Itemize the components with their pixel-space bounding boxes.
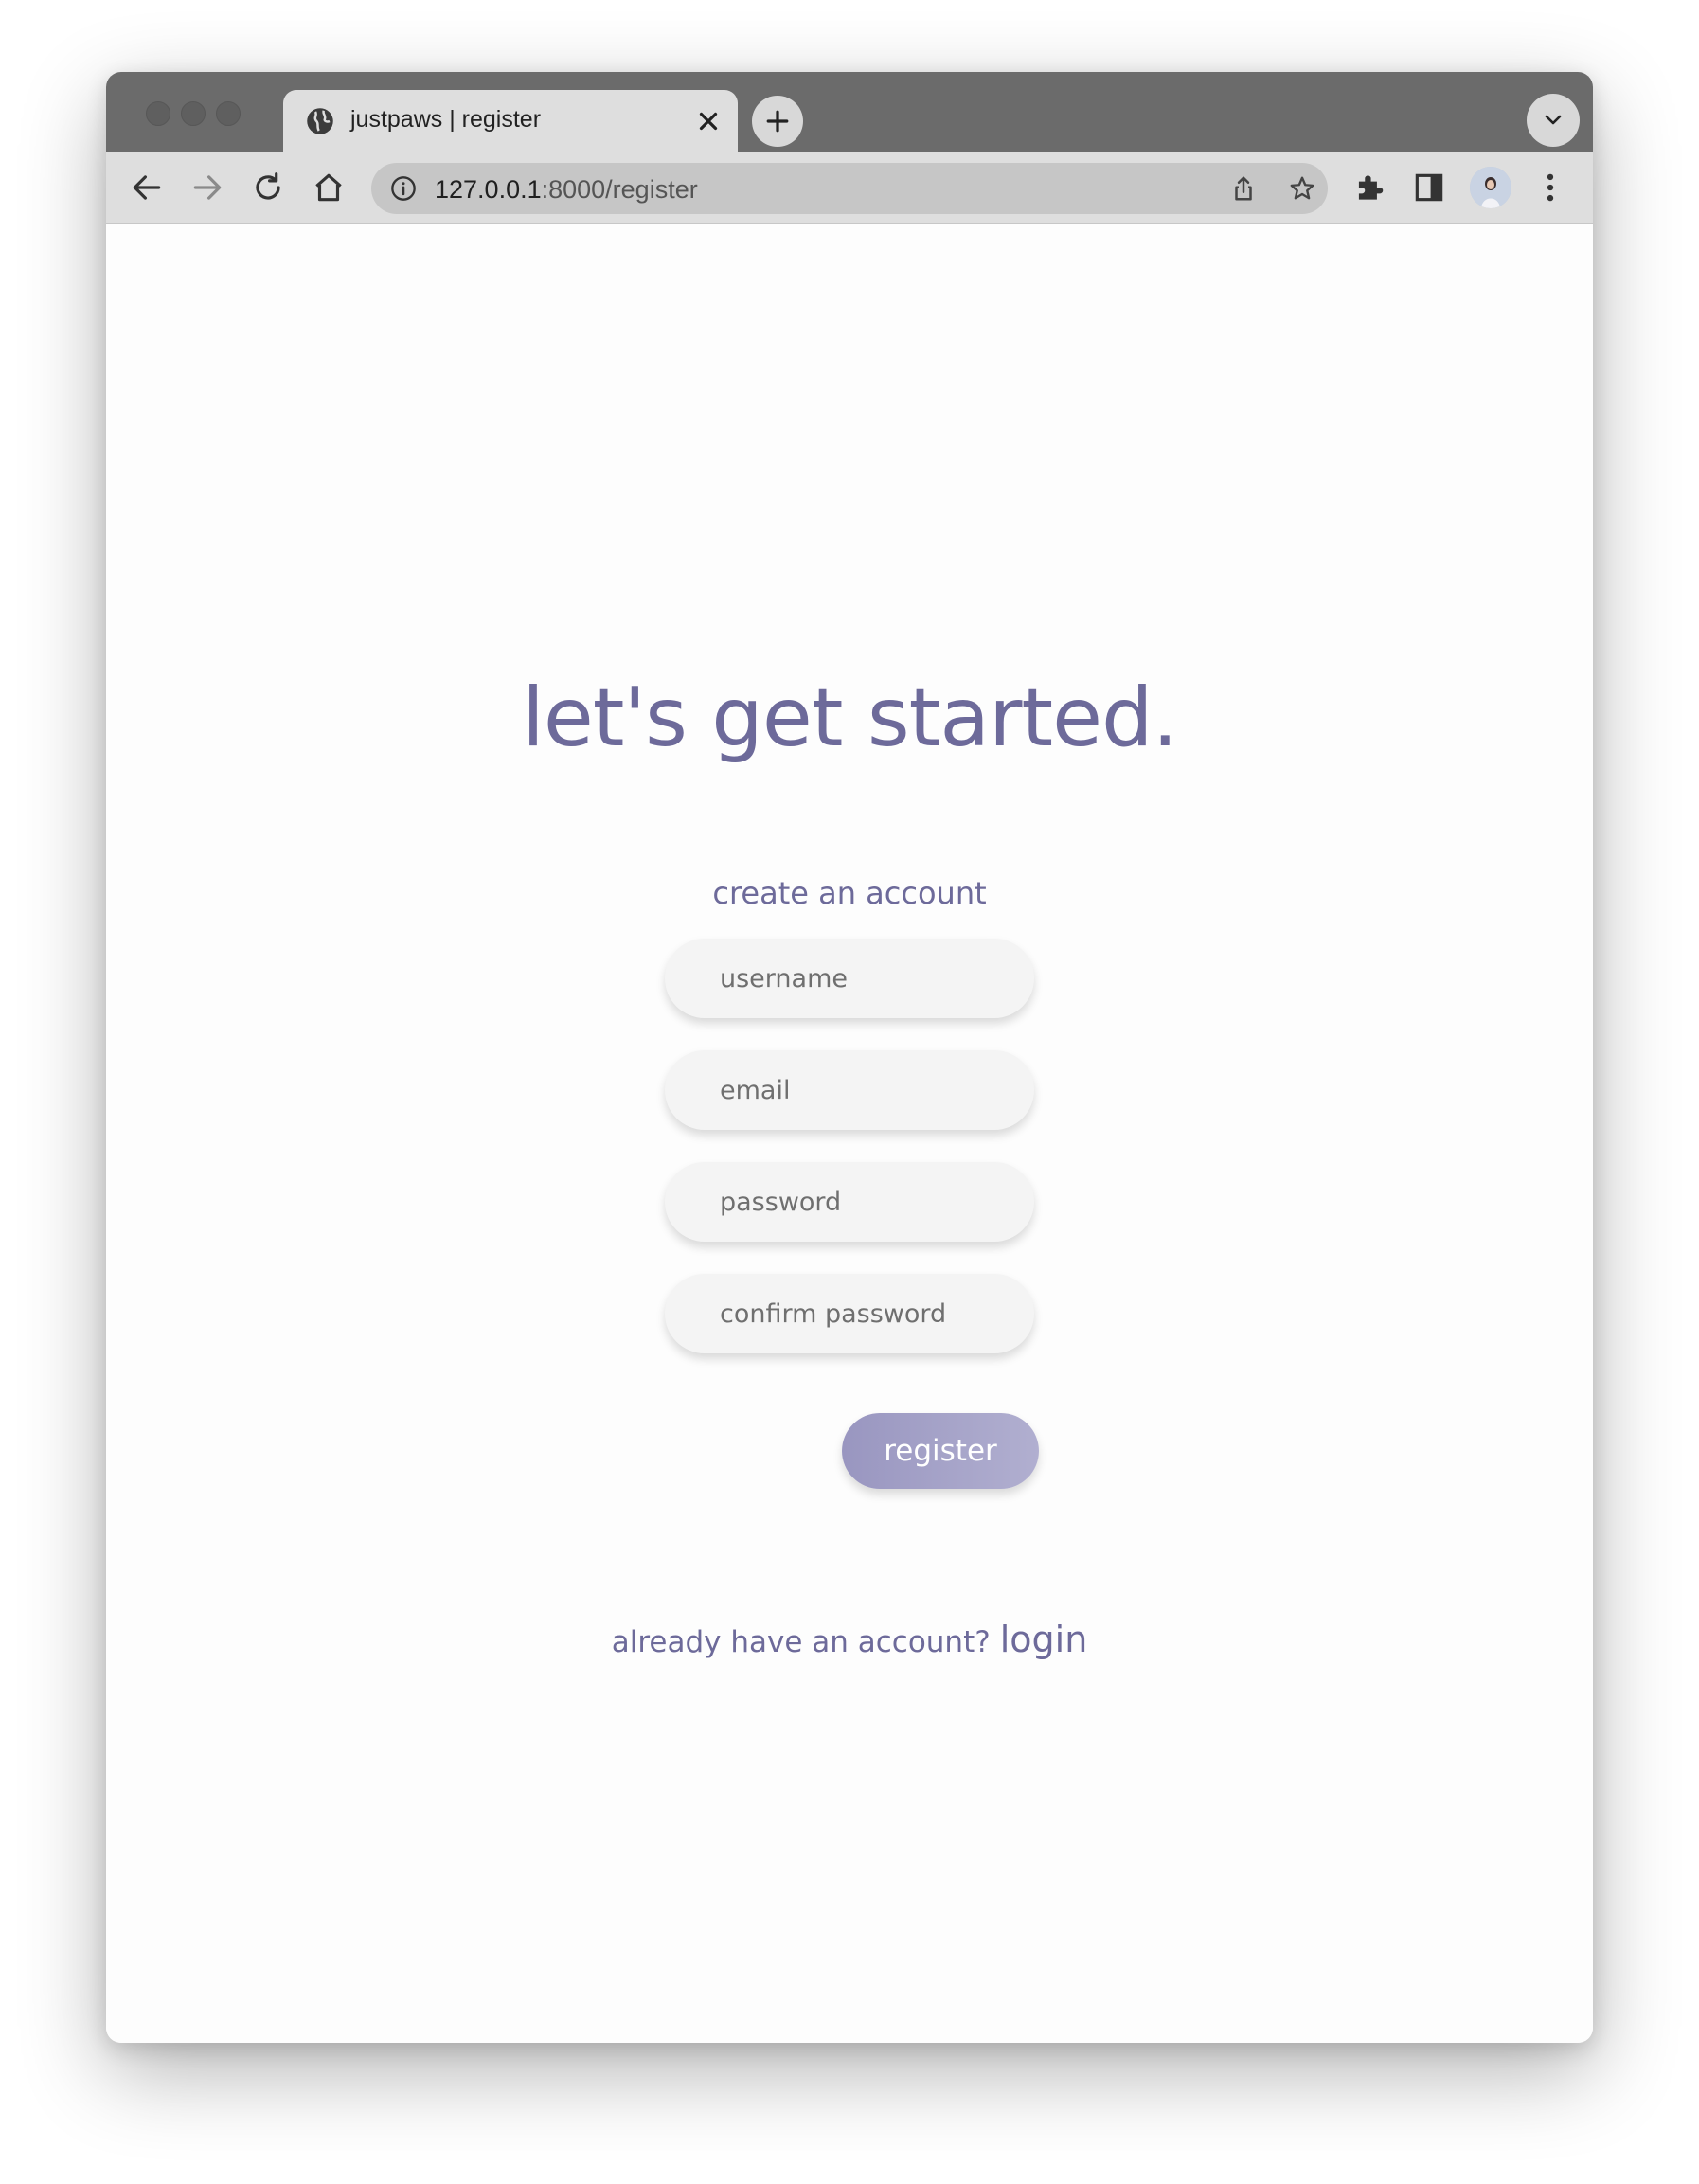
forward-arrow-icon[interactable] (189, 170, 225, 206)
profile-avatar[interactable] (1470, 167, 1511, 208)
email-field[interactable] (665, 1050, 1034, 1130)
chevron-down-icon (1545, 115, 1562, 125)
zoom-window-button[interactable] (216, 101, 241, 126)
url-host: 127.0.0.1 (435, 175, 542, 204)
side-panel-icon[interactable] (1411, 170, 1447, 206)
username-field[interactable] (665, 939, 1034, 1018)
email-input[interactable] (665, 1050, 1034, 1130)
reload-icon[interactable] (250, 170, 286, 206)
extensions-puzzle-icon[interactable] (1351, 170, 1387, 206)
bookmark-star-icon[interactable] (1288, 174, 1316, 203)
register-button[interactable]: register (842, 1413, 1039, 1489)
plus-icon (766, 110, 789, 133)
password-input[interactable] (665, 1162, 1034, 1242)
username-input[interactable] (665, 939, 1034, 1018)
tab-search-button[interactable] (1527, 94, 1580, 147)
address-bar[interactable]: 127.0.0.1:8000/register (371, 163, 1328, 214)
login-prompt-line: already have an account? login (106, 1619, 1593, 1660)
home-icon[interactable] (311, 170, 347, 206)
url-path: :8000/register (541, 175, 698, 204)
url-text: 127.0.0.1:8000/register (435, 175, 698, 205)
password-field[interactable] (665, 1162, 1034, 1242)
profile-picture-icon (1470, 167, 1511, 208)
share-icon[interactable] (1229, 174, 1258, 203)
browser-toolbar: 127.0.0.1:8000/register (106, 152, 1593, 224)
login-prompt-text: already have an account? (611, 1625, 991, 1659)
form-subheading: create an account (712, 875, 987, 911)
back-arrow-icon[interactable] (129, 170, 165, 206)
browser-window: justpaws | register 127.0.0.1:8000/regis… (106, 72, 1593, 2043)
page-viewport: let's get started. create an account reg… (106, 224, 1593, 2043)
page-heading: let's get started. (521, 671, 1178, 765)
confirm-password-input[interactable] (665, 1274, 1034, 1353)
close-tab-icon[interactable] (694, 107, 723, 135)
minimize-window-button[interactable] (181, 101, 206, 126)
new-tab-button[interactable] (752, 96, 803, 147)
active-tab[interactable]: justpaws | register (283, 90, 738, 152)
globe-icon (307, 108, 333, 134)
kebab-menu-icon[interactable] (1532, 170, 1568, 206)
title-bar: justpaws | register (106, 72, 1593, 152)
close-window-button[interactable] (146, 101, 170, 126)
tab-title: justpaws | register (350, 106, 542, 133)
confirm-password-field[interactable] (665, 1274, 1034, 1353)
info-icon[interactable] (390, 175, 417, 202)
login-link[interactable]: login (1000, 1619, 1088, 1660)
